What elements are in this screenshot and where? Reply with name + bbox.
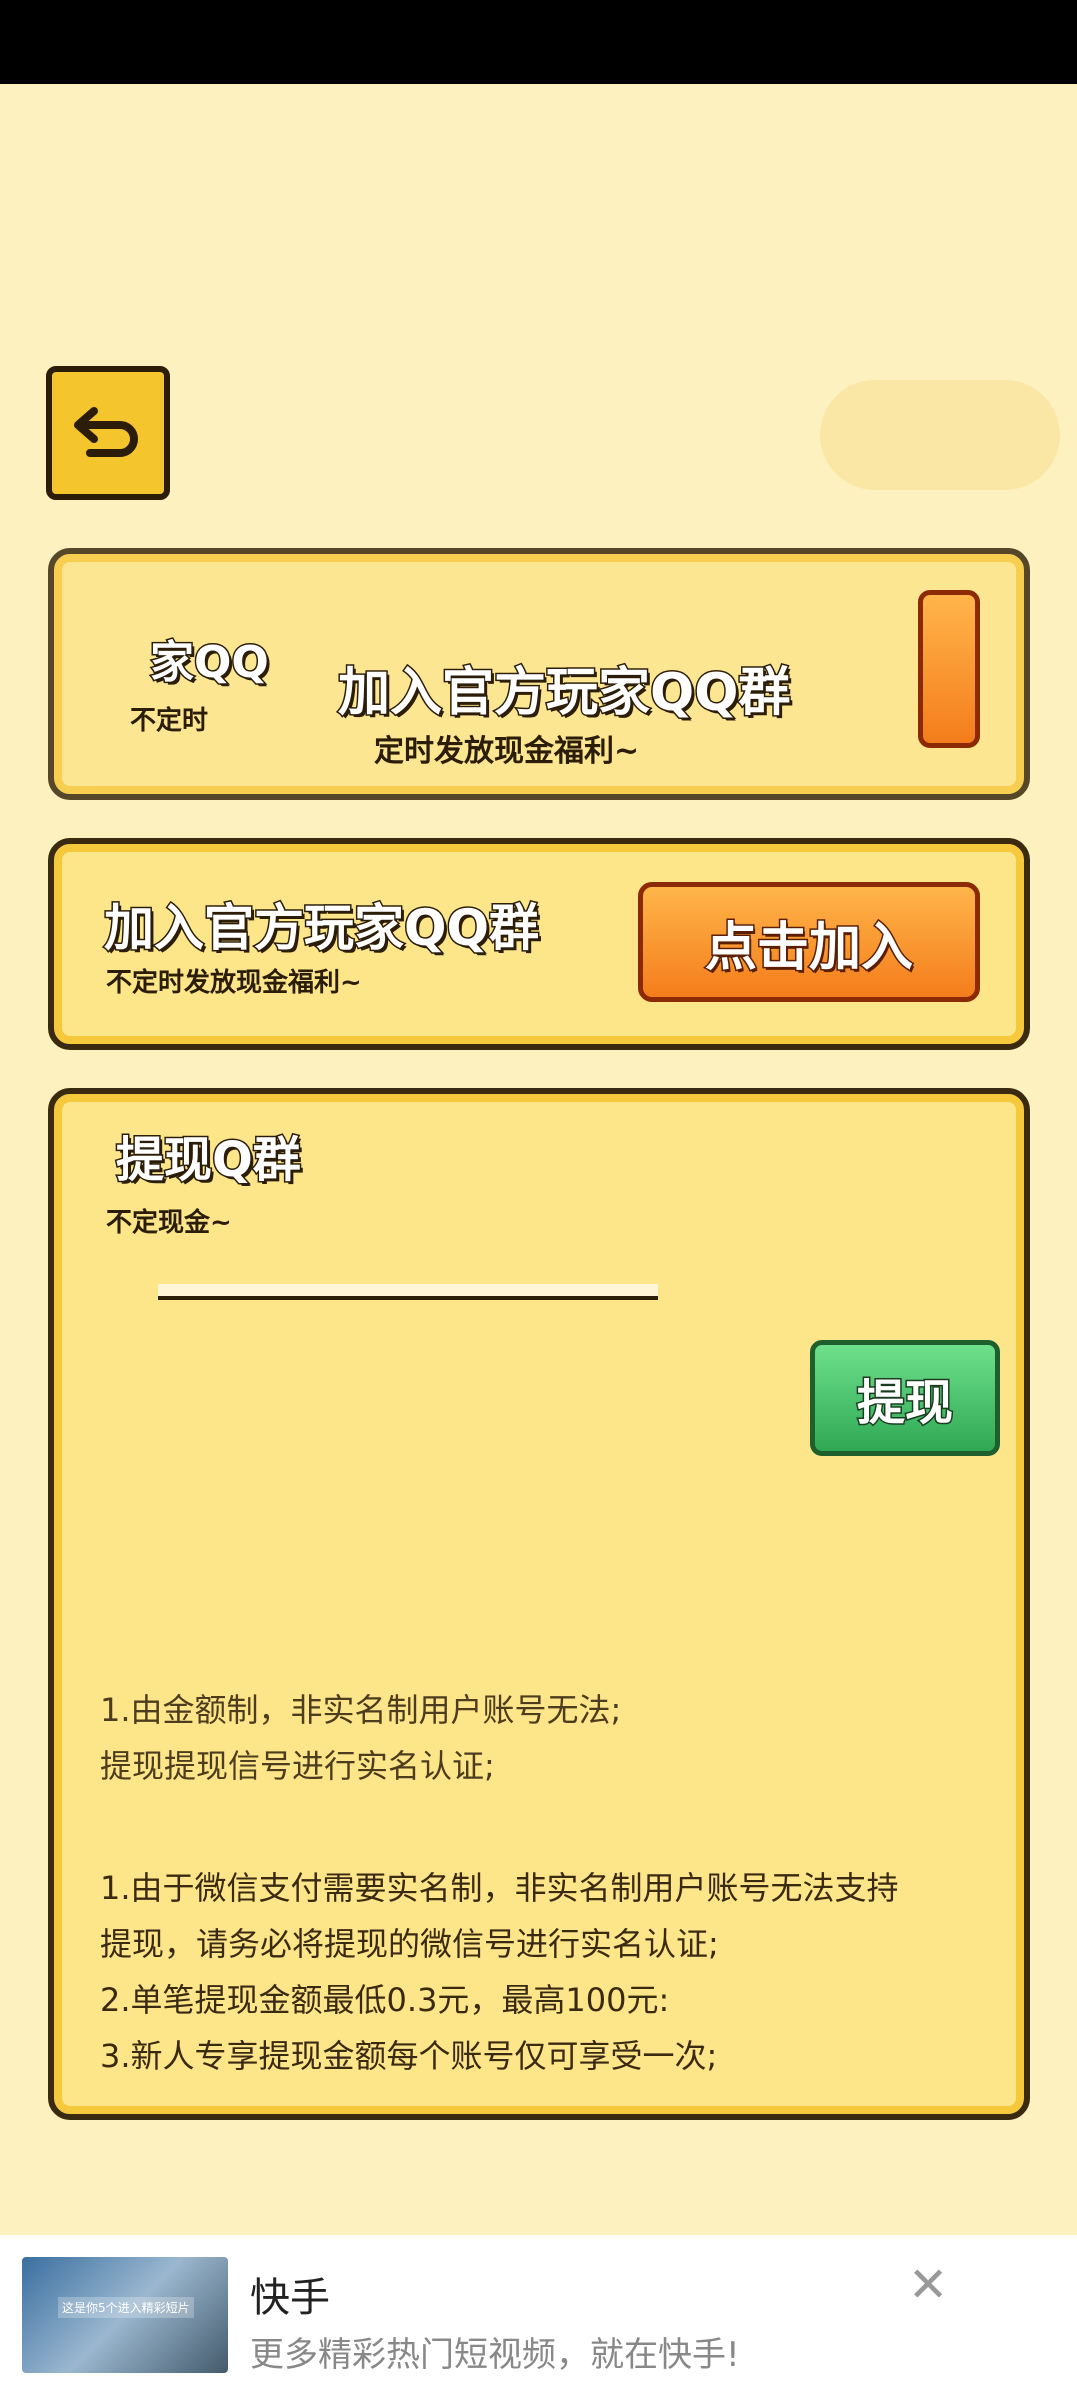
qq-ghost-fragment-title: 家QQ	[149, 636, 271, 690]
rule-ghost-line: 提现提现信号进行实名认证;	[100, 1747, 495, 1785]
ad-thumbnail-text: 这是你5个进入精彩短片	[58, 2297, 194, 2318]
rule-line: 提现，请务必将提现的微信号进行实名认证;	[100, 1925, 719, 1963]
back-button[interactable]	[46, 366, 170, 500]
qq-ghost-title: 加入官方玩家QQ群	[336, 662, 791, 725]
qq-ghost-subtitle: 定时发放现金福利~	[374, 734, 640, 769]
withdraw-button[interactable]: 提现	[810, 1340, 1000, 1456]
ad-title: 快手	[250, 2275, 330, 2321]
divider	[158, 1284, 658, 1300]
cloud-decoration	[820, 380, 1060, 490]
rule-line: 1.由于微信支付需要实名制，非实名制用户账号无法支持	[100, 1869, 899, 1907]
join-qq-group-button[interactable]: 点击加入	[638, 882, 980, 1002]
ad-banner[interactable]: 这是你5个进入精彩短片 快手 更多精彩热门短视频，就在快手! ✕	[0, 2235, 1077, 2397]
withdraw-card-subtitle: 不定现金~	[106, 1208, 232, 1238]
ad-thumbnail[interactable]: 这是你5个进入精彩短片	[22, 2257, 228, 2373]
withdraw-card-title: 提现Q群	[115, 1131, 303, 1190]
ad-description: 更多精彩热门短视频，就在快手!	[250, 2335, 740, 2375]
withdraw-rules: 1.由于微信支付需要实名制，非实名制用户账号无法支持 提现，请务必将提现的微信号…	[100, 1860, 899, 2084]
qq-ghost-button-fragment	[918, 590, 980, 748]
qq-card-subtitle: 不定时发放现金福利~	[106, 968, 362, 998]
status-bar	[0, 0, 1077, 84]
qq-card-title: 加入官方玩家QQ群	[102, 898, 540, 959]
rules-ghost: 1.由金额制，非实名制用户账号无法; 提现提现信号进行实名认证;	[100, 1682, 621, 1794]
qq-ghost-fragment-sub: 不定时	[130, 706, 209, 736]
close-icon[interactable]: ✕	[908, 2257, 948, 2313]
rule-line: 3.新人专享提现金额每个账号仅可享受一次;	[100, 2037, 718, 2075]
undo-arrow-icon	[74, 407, 138, 457]
rule-line: 2.单笔提现金额最低0.3元，最高100元:	[100, 1981, 670, 2019]
rule-ghost-line: 1.由金额制，非实名制用户账号无法;	[100, 1691, 622, 1729]
